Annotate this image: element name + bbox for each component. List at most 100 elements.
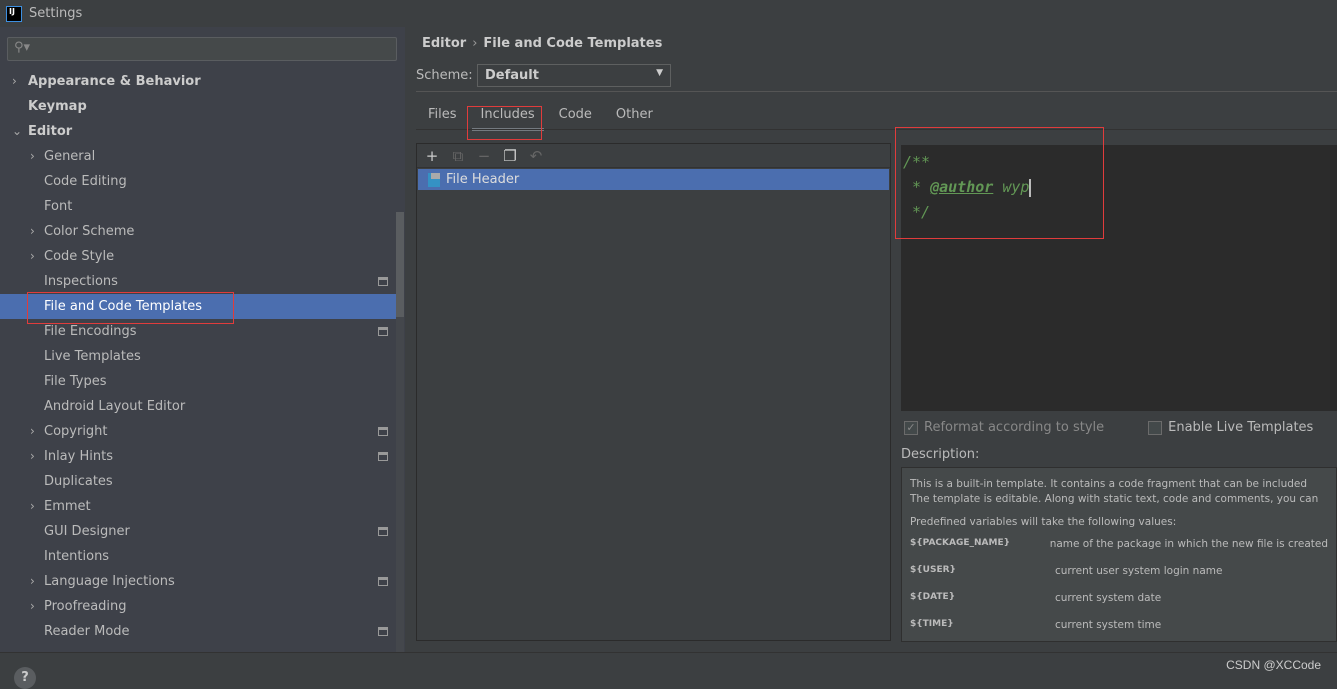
chevron-right-icon[interactable]: ›: [30, 244, 35, 269]
chevron-right-icon[interactable]: ›: [30, 144, 35, 169]
watermark: CSDN @XCCode: [1226, 658, 1321, 672]
highlight-box: [895, 127, 1104, 239]
scheme-label: Scheme:: [416, 68, 473, 83]
add-icon[interactable]: +: [423, 147, 441, 165]
chevron-right-icon[interactable]: ›: [30, 219, 35, 244]
settings-sidebar: ⚲▾ › Appearance & Behavior Keymap ⌄ Editor › G…: [0, 27, 405, 652]
chevron-down-icon[interactable]: ⌄: [12, 119, 22, 144]
tab-files[interactable]: Files: [416, 104, 469, 128]
tree-item-label: Copyright: [44, 424, 108, 439]
project-scope-icon: [378, 577, 388, 586]
tree-item[interactable]: Inspections: [0, 269, 396, 294]
description-text: Predefined variables will take the follo…: [910, 516, 1177, 528]
variable-row: ${PACKAGE_NAME} name of the package in wh…: [910, 538, 1328, 565]
tree-item[interactable]: File Types: [0, 369, 396, 394]
tree-item-label: Keymap: [28, 99, 87, 114]
tree-item-label: Emmet: [44, 499, 91, 514]
variable-name: ${PACKAGE_NAME}: [910, 538, 1010, 548]
reformat-label: Reformat according to style: [924, 420, 1105, 435]
live-templates-label: Enable Live Templates: [1168, 420, 1314, 435]
project-scope-icon: [378, 327, 388, 336]
tree-item-label: General: [44, 149, 96, 164]
variable-desc: current system date: [1055, 592, 1162, 604]
chevron-right-icon[interactable]: ›: [12, 69, 17, 94]
tree-item-label: Editor: [28, 124, 73, 139]
tree-item-label: Intentions: [44, 549, 110, 564]
chevron-right-icon[interactable]: ›: [30, 494, 35, 519]
scrollbar-thumb[interactable]: [396, 212, 404, 317]
tree-item-label: Proofreading: [44, 599, 127, 614]
tree-item[interactable]: Keymap: [0, 94, 396, 119]
tree-item[interactable]: Reader Mode: [0, 619, 396, 644]
tree-item[interactable]: › Language Injections: [0, 569, 396, 594]
search-icon: ⚲▾: [14, 40, 31, 55]
variable-row: ${TIME} current system time: [910, 619, 1328, 641]
app-logo: IJ: [6, 5, 22, 22]
tree-item[interactable]: › Proofreading: [0, 594, 396, 619]
scheme-dropdown[interactable]: Default ▼: [477, 64, 671, 87]
breadcrumb-separator: ›: [472, 36, 478, 51]
reset-icon[interactable]: ↶: [527, 147, 545, 165]
tree-item[interactable]: Live Templates: [0, 344, 396, 369]
project-scope-icon: [378, 277, 388, 286]
tree-item-label: Appearance & Behavior: [28, 74, 201, 89]
tree-item[interactable]: Code Editing: [0, 169, 396, 194]
remove-icon[interactable]: −: [475, 147, 493, 165]
tab-other[interactable]: Other: [604, 104, 665, 128]
template-item-file-header[interactable]: File Header: [418, 169, 889, 190]
checkmark-icon: ✓: [904, 420, 918, 435]
tree-item-label: Font: [44, 199, 73, 214]
tree-item-label: Live Templates: [44, 349, 141, 364]
project-scope-icon: [378, 627, 388, 636]
breadcrumb-current: File and Code Templates: [483, 36, 663, 51]
tree-item[interactable]: › Code Style: [0, 244, 396, 269]
tree-item-label: File Types: [44, 374, 107, 389]
java-file-icon: [428, 172, 440, 187]
divider: [416, 91, 1337, 92]
tree-item[interactable]: › Color Scheme: [0, 219, 396, 244]
tree-item[interactable]: ⌄ Editor: [0, 119, 396, 144]
tab-code[interactable]: Code: [547, 104, 604, 128]
options: ✓ Reformat according to style Enable Live…: [904, 420, 1313, 435]
project-scope-icon: [378, 527, 388, 536]
description-text: This is a built-in template. It contains…: [910, 478, 1308, 490]
tree-item[interactable]: › Copyright: [0, 419, 396, 444]
scheme-value: Default: [485, 68, 539, 83]
copy-icon[interactable]: ❐: [501, 147, 519, 165]
variable-desc: name of the package in which the new fil…: [1049, 538, 1328, 550]
tree-item[interactable]: › Emmet: [0, 494, 396, 519]
tree-item[interactable]: Android Layout Editor: [0, 394, 396, 419]
variable-row: ${DATE} current system date: [910, 592, 1328, 619]
chevron-right-icon[interactable]: ›: [30, 444, 35, 469]
footer: ? CSDN @XCCode: [0, 652, 1337, 689]
variable-desc: current user system login name: [1055, 565, 1223, 577]
tree-item[interactable]: › Appearance & Behavior: [0, 69, 396, 94]
template-name: File Header: [446, 172, 520, 187]
chevron-right-icon[interactable]: ›: [30, 594, 35, 619]
enable-live-templates-checkbox[interactable]: Enable Live Templates: [1148, 420, 1313, 435]
tree-item-label: GUI Designer: [44, 524, 130, 539]
tree-item[interactable]: › General: [0, 144, 396, 169]
search-input[interactable]: ⚲▾: [7, 37, 397, 61]
tree-item[interactable]: Font: [0, 194, 396, 219]
tree-item[interactable]: › Inlay Hints: [0, 444, 396, 469]
add-child-icon[interactable]: ⧉: [449, 147, 467, 165]
title-bar: IJ Settings: [0, 0, 1337, 27]
tree-item-label: Duplicates: [44, 474, 113, 489]
variable-name: ${USER}: [910, 565, 956, 575]
help-button[interactable]: ?: [14, 667, 36, 689]
checkbox-box: [1148, 420, 1163, 435]
variable-name: ${DATE}: [910, 592, 956, 602]
project-scope-icon: [378, 452, 388, 461]
tree-item[interactable]: Intentions: [0, 544, 396, 569]
tree-item[interactable]: GUI Designer: [0, 519, 396, 544]
highlight-box: [467, 106, 542, 140]
chevron-right-icon[interactable]: ›: [30, 569, 35, 594]
chevron-right-icon[interactable]: ›: [30, 419, 35, 444]
description-text: The template is editable. Along with sta…: [910, 493, 1319, 505]
tree-item[interactable]: Duplicates: [0, 469, 396, 494]
variable-name: ${TIME}: [910, 619, 954, 629]
tree-item-label: Inlay Hints: [44, 449, 113, 464]
list-toolbar: + ⧉ − ❐ ↶: [417, 144, 890, 168]
reformat-checkbox[interactable]: ✓ Reformat according to style: [904, 420, 1104, 435]
